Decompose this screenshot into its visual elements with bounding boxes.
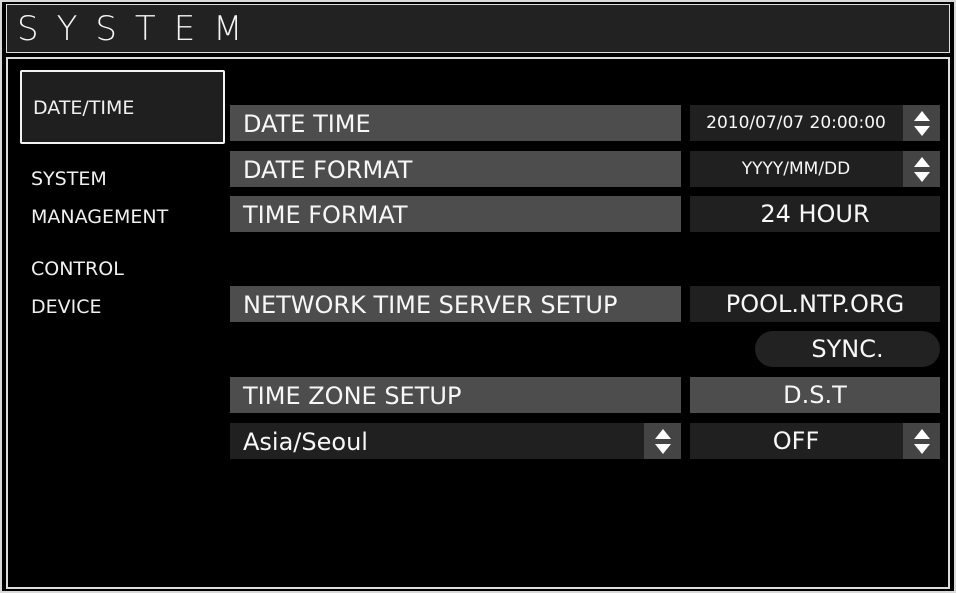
arrow-up-icon[interactable] [914, 429, 930, 439]
time-format-label: TIME FORMAT [230, 196, 681, 232]
time-format-field[interactable]: 24 HOUR [690, 196, 940, 232]
date-format-spinner[interactable] [903, 151, 940, 187]
arrow-down-icon[interactable] [914, 126, 930, 136]
date-time-spinner[interactable] [903, 105, 940, 141]
dst-field[interactable]: OFF [690, 423, 940, 459]
sidebar-item-system-management[interactable]: SYSTEM MANAGEMENT [31, 168, 168, 228]
sidebar-item-label: DEVICE [31, 296, 102, 318]
dst-value: OFF [772, 427, 820, 455]
arrow-down-icon[interactable] [914, 444, 930, 454]
ntp-label: NETWORK TIME SERVER SETUP [230, 286, 681, 322]
time-zone-value: Asia/Seoul [243, 428, 368, 456]
arrow-down-icon[interactable] [655, 444, 671, 454]
arrow-down-icon[interactable] [914, 172, 930, 182]
sync-button[interactable]: SYNC. [755, 331, 940, 367]
sidebar-item-label: SYSTEM [31, 168, 107, 190]
arrow-up-icon[interactable] [914, 111, 930, 121]
sidebar-item-label: MANAGEMENT [31, 206, 169, 228]
sidebar-item-date-time[interactable]: DATE/TIME [20, 70, 225, 144]
window-title: SYSTEM [17, 9, 261, 49]
arrow-up-icon[interactable] [914, 157, 930, 167]
dst-label: D.S.T [690, 377, 940, 413]
dst-spinner[interactable] [903, 423, 940, 459]
sidebar-item-control-device[interactable]: CONTROL DEVICE [31, 258, 124, 318]
sidebar-item-label: DATE/TIME [33, 97, 135, 119]
date-format-value: YYYY/MM/DD [741, 159, 851, 179]
date-time-field[interactable]: 2010/07/07 20:00:00 [690, 105, 940, 141]
time-zone-select[interactable]: Asia/Seoul [230, 423, 681, 459]
date-time-value: 2010/07/07 20:00:00 [706, 113, 886, 133]
content-panel: DATE/TIME SYSTEM MANAGEMENT CONTROL DEVI… [6, 57, 950, 589]
sidebar-item-label: CONTROL [31, 258, 124, 280]
title-bar: SYSTEM [6, 4, 950, 53]
date-format-field[interactable]: YYYY/MM/DD [690, 151, 940, 187]
date-format-label: DATE FORMAT [230, 151, 681, 187]
arrow-up-icon[interactable] [655, 429, 671, 439]
date-time-label: DATE TIME [230, 105, 681, 141]
time-zone-spinner[interactable] [644, 423, 681, 459]
ntp-server-field[interactable]: POOL.NTP.ORG [690, 286, 940, 322]
time-zone-label: TIME ZONE SETUP [230, 377, 681, 413]
